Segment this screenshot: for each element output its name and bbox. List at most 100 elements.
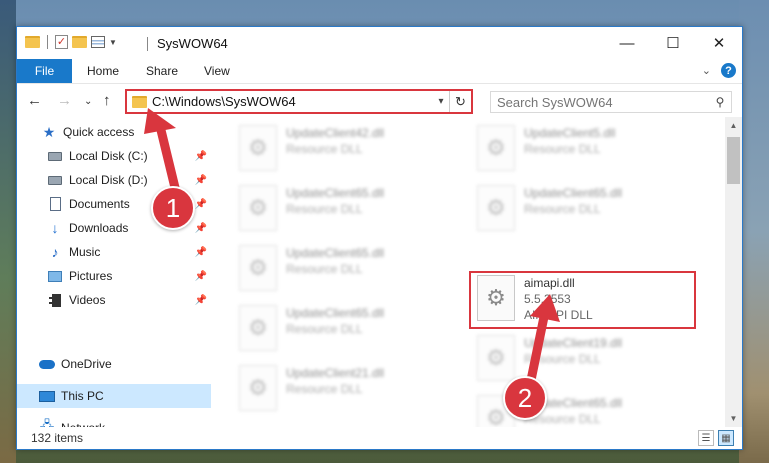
dll-file-icon: ⚙ [477,335,515,381]
up-button[interactable]: ↑ [103,92,111,109]
sidebar-item-pictures[interactable]: Pictures 📌 [17,264,211,288]
pin-icon[interactable]: 📌 [195,295,207,306]
maximize-button[interactable]: ☐ [650,27,696,59]
toolbar-divider [47,35,48,49]
window-title: SysWOW64 [157,36,228,51]
star-icon: ★ [42,123,56,140]
file-tile[interactable]: ⚙ UpdateClient42.dll Resource DLL [234,123,464,173]
dll-file-icon: ⚙ [239,185,277,231]
file-description: Resource DLL [524,202,601,216]
pictures-icon [47,269,63,283]
search-box[interactable]: ⚲ [490,91,732,113]
search-input[interactable] [491,94,709,110]
ribbon-right-controls: ⌄ ? [702,63,736,78]
file-description: Resource DLL [524,142,601,156]
file-name: UpdateClient19.dll [524,336,623,350]
sidebar-item-label: Videos [69,293,106,307]
sidebar-item-label: Documents [69,197,130,211]
pin-icon[interactable]: 📌 [195,223,207,234]
search-icon[interactable]: ⚲ [709,95,731,109]
sidebar-item-label: Music [69,245,101,259]
details-view-icon[interactable]: ☰ [698,430,714,446]
file-description: Resource DLL [286,382,363,396]
new-folder-icon[interactable] [72,36,87,48]
file-description: Resource DLL [286,142,363,156]
address-dropdown-chevron-icon[interactable]: ▾ [433,96,449,107]
tab-view[interactable]: View [204,59,230,83]
dll-file-icon: ⚙ [477,125,515,171]
file-name: UpdateClient42.dll [286,126,385,140]
file-explorer-window: ✓ ▼ SysWOW64 — ☐ ✕ File Home Share View … [16,26,743,450]
file-name: UpdateClient65.dll [286,186,385,200]
tab-home[interactable]: Home [87,59,119,83]
dll-file-icon: ⚙ [239,305,277,351]
sidebar-item-label: Quick access [63,125,135,139]
this-pc-icon [39,389,55,403]
documents-icon [47,197,63,211]
file-tile[interactable]: ⚙ UpdateClient5.dll Resource DLL [472,123,702,173]
file-tile[interactable]: ⚙ UpdateClient65.dll Resource DLL [472,183,702,233]
help-icon[interactable]: ? [721,63,736,78]
recent-locations-button[interactable]: ⌄ [84,96,92,107]
minimize-button[interactable]: — [604,27,650,59]
sidebar-item-label: OneDrive [61,357,112,371]
file-tile[interactable]: ⚙ UpdateClient65.dll Resource DLL [234,243,464,293]
tab-share[interactable]: Share [146,59,178,83]
sidebar-item-onedrive[interactable]: OneDrive [17,352,211,376]
music-icon: ♪ [51,244,59,260]
highlight-box [469,271,696,329]
status-bar: 132 items ☰ ▦ [17,427,742,449]
sidebar-item-this-pc[interactable]: This PC [17,384,211,408]
folder-icon [132,95,147,108]
view-toggle: ☰ ▦ [698,430,734,446]
step-2-badge: 2 [503,376,547,420]
back-button[interactable]: ← [27,92,42,109]
sidebar-item-quick-access[interactable]: ★ Quick access [17,120,211,144]
customize-toolbar-chevron-icon[interactable]: ▼ [109,38,117,47]
file-tile[interactable]: ⚙ UpdateClient65.dll Resource DLL [234,183,464,233]
item-count: 132 items [31,431,84,445]
file-description: Resource DLL [286,202,363,216]
expand-ribbon-chevron-icon[interactable]: ⌄ [702,64,711,77]
file-list-pane: ⚙ UpdateClient42.dll Resource DLL ⚙ Upda… [212,117,725,427]
address-path[interactable]: C:\Windows\SysWOW64 [152,94,433,109]
pin-icon[interactable]: 📌 [195,175,207,186]
navigation-pane: ★ Quick access Local Disk (C:) 📌 Local D… [17,117,211,435]
sidebar-item-music[interactable]: ♪ Music 📌 [17,240,211,264]
title-bar[interactable]: ✓ ▼ SysWOW64 — ☐ ✕ [17,27,742,59]
drive-icon [47,173,63,187]
refresh-icon[interactable]: ↻ [449,91,471,112]
scrollbar-thumb[interactable] [727,137,740,184]
onedrive-icon [39,357,55,371]
file-tile[interactable]: ⚙ UpdateClient65.dll Resource DLL [234,303,464,353]
sidebar-item-local-disk-c[interactable]: Local Disk (C:) 📌 [17,144,211,168]
tiles-view-icon[interactable]: ▦ [718,430,734,446]
pin-icon[interactable]: 📌 [195,199,207,210]
dll-file-icon: ⚙ [239,365,277,411]
properties-check-icon[interactable]: ✓ [55,35,68,49]
pin-icon[interactable]: 📌 [195,247,207,258]
file-description: Resource DLL [286,262,363,276]
ribbon-tabs: File Home Share View ⌄ ? [17,59,742,83]
view-properties-icon[interactable] [91,36,105,48]
file-description: Resource DLL [286,322,363,336]
vertical-scrollbar[interactable]: ▲ ▼ [725,117,742,427]
scroll-down-arrow-icon[interactable]: ▼ [725,410,742,427]
scroll-up-arrow-icon[interactable]: ▲ [725,117,742,134]
tab-file[interactable]: File [17,59,72,83]
file-description: Resource DLL [524,352,601,366]
file-tile[interactable]: ⚙ UpdateClient21.dll Resource DLL [234,363,464,413]
address-bar[interactable]: C:\Windows\SysWOW64 ▾ ↻ [125,89,473,114]
window-controls: — ☐ ✕ [604,27,742,59]
file-name: UpdateClient21.dll [286,366,385,380]
forward-button[interactable]: → [57,92,72,109]
sidebar-item-label: Pictures [69,269,113,283]
title-divider [147,37,148,51]
close-button[interactable]: ✕ [696,27,742,59]
sidebar-item-videos[interactable]: Videos 📌 [17,288,211,312]
file-tile[interactable]: ⚙ UpdateClient19.dll Resource DLL [472,333,702,383]
quick-access-toolbar: ✓ ▼ [25,35,117,49]
pin-icon[interactable]: 📌 [195,151,207,162]
pin-icon[interactable]: 📌 [195,271,207,282]
step-1-badge: 1 [151,186,195,230]
